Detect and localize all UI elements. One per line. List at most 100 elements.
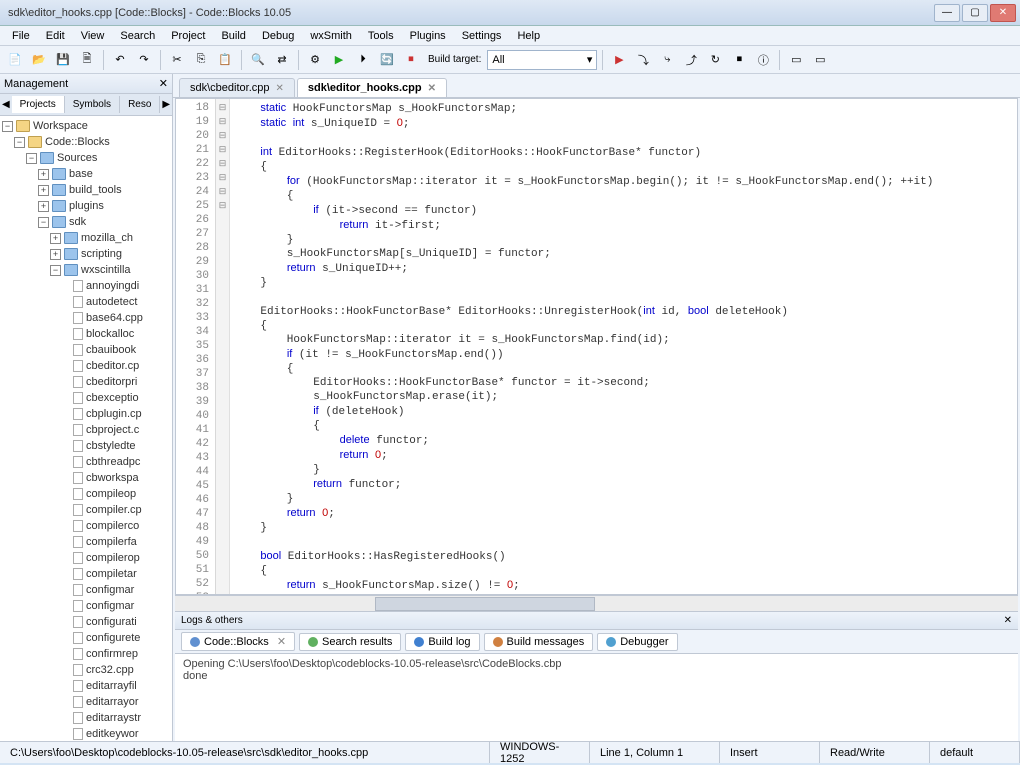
undo-icon[interactable]: ↶ [109,49,131,71]
open-icon[interactable]: 📂 [28,49,50,71]
replace-icon[interactable]: ⇄ [271,49,293,71]
menu-tools[interactable]: Tools [360,28,402,44]
find-icon[interactable]: 🔍 [247,49,269,71]
tree-item[interactable]: cbthreadpc [0,454,172,470]
tree-item[interactable]: cbplugin.cp [0,406,172,422]
stepover-icon[interactable]: ⤷ [656,49,678,71]
tree-item[interactable]: confirmrep [0,646,172,662]
tree-item[interactable]: configurati [0,614,172,630]
tree-item[interactable]: cbauibook [0,342,172,358]
tab-scroll-left-icon[interactable]: ◀ [0,99,12,110]
tab-close-icon[interactable]: ✕ [428,83,436,94]
tree-item[interactable]: cbexceptio [0,390,172,406]
menu-wxsmith[interactable]: wxSmith [302,28,360,44]
cut-icon[interactable]: ✂ [166,49,188,71]
log-tab[interactable]: Search results [299,633,401,651]
tree-item[interactable]: cbworkspa [0,470,172,486]
menu-file[interactable]: File [4,28,38,44]
tree-item[interactable]: cbstyledte [0,438,172,454]
minimize-button[interactable]: — [934,4,960,22]
info-icon[interactable]: ⓘ [752,49,774,71]
build-target-select[interactable]: All▾ [487,50,597,70]
tree-item[interactable]: +build_tools [0,182,172,198]
tree-item[interactable]: editkeywor [0,726,172,741]
tree-item[interactable]: cbproject.c [0,422,172,438]
paste-icon[interactable]: 📋 [214,49,236,71]
tree-item[interactable]: editarraystr [0,710,172,726]
tree-item[interactable]: compiletar [0,566,172,582]
tree-item[interactable]: editarrayfil [0,678,172,694]
tree-item[interactable]: annoyingdi [0,278,172,294]
debug-icon[interactable]: ▶ [608,49,630,71]
log-tab[interactable]: Code::Blocks✕ [181,632,295,651]
tree-item[interactable]: configmar [0,598,172,614]
tree-item[interactable]: crc32.cpp [0,662,172,678]
stop-icon[interactable]: ⏹ [400,49,422,71]
log-tab[interactable]: Build messages [484,633,594,651]
menu-help[interactable]: Help [509,28,548,44]
management-close-icon[interactable]: ✕ [159,77,168,90]
buildrun-icon[interactable]: ⏵ [352,49,374,71]
menu-debug[interactable]: Debug [254,28,302,44]
menu-search[interactable]: Search [112,28,163,44]
run-icon[interactable]: ▶ [328,49,350,71]
build-icon[interactable]: ⚙ [304,49,326,71]
tab-close-icon[interactable]: ✕ [276,83,284,94]
tab-projects[interactable]: Projects [12,96,65,113]
tab-symbols[interactable]: Symbols [65,96,120,113]
tree-item[interactable]: compilerop [0,550,172,566]
tree-item[interactable]: −wxscintilla [0,262,172,278]
menu-plugins[interactable]: Plugins [402,28,454,44]
saveall-icon[interactable]: 🗎 [76,49,98,71]
menu-build[interactable]: Build [213,28,253,44]
code-content[interactable]: static HookFunctorsMap s_HookFunctorsMap… [230,99,1017,594]
editor-tab[interactable]: sdk\editor_hooks.cpp✕ [297,78,447,97]
log-tab[interactable]: Debugger [597,633,677,651]
tree-item[interactable]: base64.cpp [0,310,172,326]
menu-project[interactable]: Project [163,28,213,44]
fold-column[interactable]: ⊟ ⊟ ⊟ ⊟ ⊟ ⊟ ⊟ ⊟ [216,99,230,594]
tree-item[interactable]: configmar [0,582,172,598]
logs-close-icon[interactable]: ✕ [1004,615,1012,626]
maximize-button[interactable]: ▢ [962,4,988,22]
tree-item[interactable]: compileop [0,486,172,502]
tree-item[interactable]: autodetect [0,294,172,310]
tree-item[interactable]: blockalloc [0,326,172,342]
window-icon[interactable]: ▭ [785,49,807,71]
rebuild-icon[interactable]: 🔄 [376,49,398,71]
horizontal-scrollbar[interactable] [175,595,1018,611]
tree-item[interactable]: −Code::Blocks [0,134,172,150]
tree-item[interactable]: +base [0,166,172,182]
close-button[interactable]: ✕ [990,4,1016,22]
tree-item[interactable]: +scripting [0,246,172,262]
continue-icon[interactable]: ↻ [704,49,726,71]
menu-view[interactable]: View [73,28,113,44]
stopdbg-icon[interactable]: ⏹ [728,49,750,71]
tree-item[interactable]: −sdk [0,214,172,230]
redo-icon[interactable]: ↷ [133,49,155,71]
code-editor[interactable]: 18 19 20 21 22 23 24 25 26 27 28 29 30 3… [175,98,1018,595]
log-tab[interactable]: Build log [405,633,479,651]
menu-settings[interactable]: Settings [454,28,510,44]
tree-item[interactable]: compilerco [0,518,172,534]
stepout-icon[interactable]: ⤴ [680,49,702,71]
tree-item[interactable]: +mozilla_ch [0,230,172,246]
menu-edit[interactable]: Edit [38,28,73,44]
new-icon[interactable]: 📄 [4,49,26,71]
tree-item[interactable]: −Sources [0,150,172,166]
tree-item[interactable]: −Workspace [0,118,172,134]
editor-tab[interactable]: sdk\cbeditor.cpp✕ [179,78,295,97]
tree-item[interactable]: cbeditor.cp [0,358,172,374]
tree-item[interactable]: compiler.cp [0,502,172,518]
tree-item[interactable]: compilerfa [0,534,172,550]
tree-item[interactable]: editarrayor [0,694,172,710]
copy-icon[interactable]: ⎘ [190,49,212,71]
tree-item[interactable]: configurete [0,630,172,646]
tab-scroll-right-icon[interactable]: ▶ [160,99,172,110]
tree-item[interactable]: cbeditorpri [0,374,172,390]
window2-icon[interactable]: ▭ [809,49,831,71]
step-icon[interactable]: ⤵ [632,49,654,71]
save-icon[interactable]: 💾 [52,49,74,71]
tab-resources[interactable]: Reso [120,96,160,113]
tree-item[interactable]: +plugins [0,198,172,214]
